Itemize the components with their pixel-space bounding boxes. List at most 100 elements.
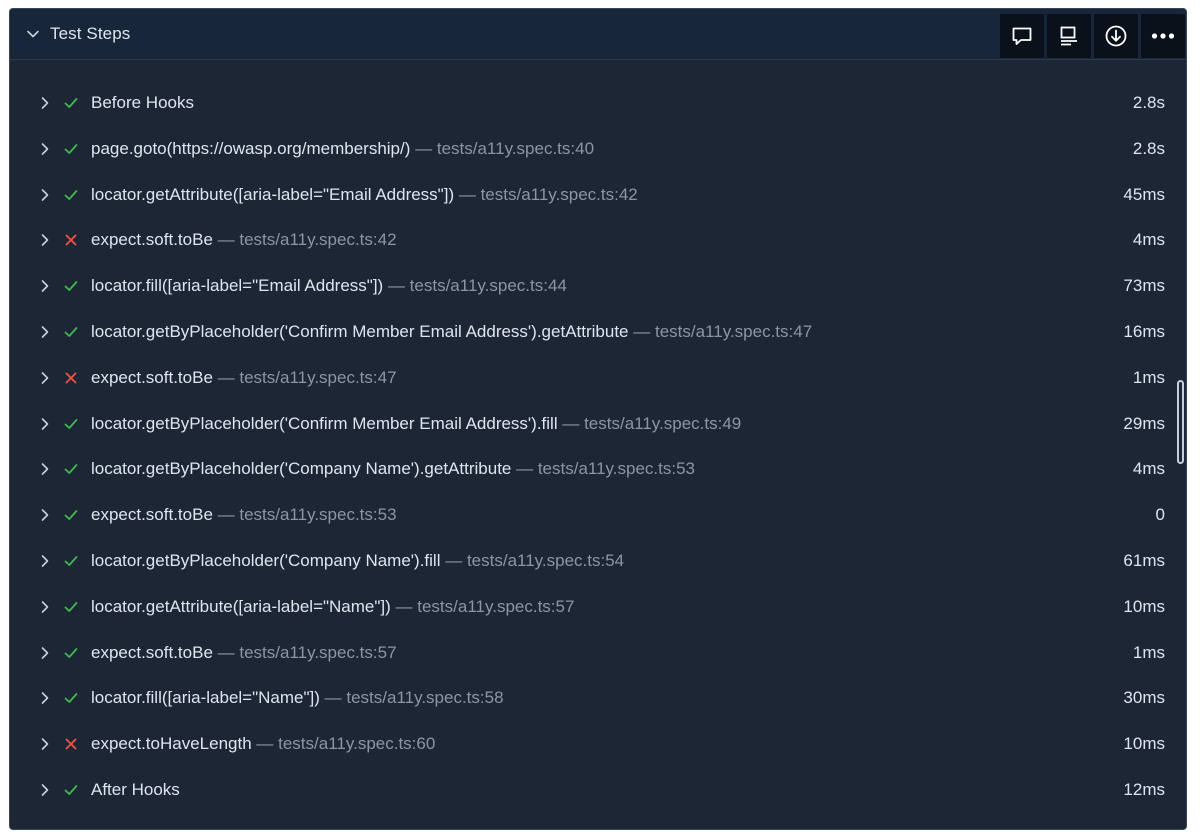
- step-text: locator.getByPlaceholder('Confirm Member…: [91, 414, 741, 434]
- step-row[interactable]: locator.getAttribute([aria-label="Email …: [10, 174, 1186, 220]
- step-title: locator.getByPlaceholder('Confirm Member…: [91, 321, 629, 341]
- download-button[interactable]: [1094, 14, 1138, 58]
- step-text: expect.soft.toBe — tests/a11y.spec.ts:47: [91, 368, 397, 388]
- step-row[interactable]: Before Hooks 2.8s: [10, 82, 1186, 128]
- comment-button[interactable]: [1000, 14, 1044, 58]
- chevron-right-icon[interactable]: [38, 371, 52, 385]
- step-text: expect.soft.toBe — tests/a11y.spec.ts:42: [91, 230, 397, 250]
- step-row[interactable]: expect.soft.toBe — tests/a11y.spec.ts:53…: [10, 494, 1186, 540]
- step-duration: 61ms: [1123, 550, 1165, 570]
- chevron-right-icon[interactable]: [38, 233, 52, 247]
- step-location: — tests/a11y.spec.ts:47: [217, 367, 397, 387]
- fail-x-icon: [65, 234, 77, 246]
- panel-toolbar: [997, 14, 1185, 58]
- step-duration: 2.8s: [1132, 138, 1165, 158]
- chevron-right-icon[interactable]: [38, 783, 52, 797]
- step-row[interactable]: After Hooks 12ms: [10, 769, 1186, 815]
- step-text: locator.getAttribute([aria-label="Name"]…: [91, 597, 574, 617]
- comment-icon: [1012, 27, 1032, 45]
- step-title: expect.soft.toBe: [91, 505, 213, 525]
- step-title: expect.soft.toBe: [91, 230, 213, 250]
- step-duration: 1ms: [1132, 367, 1165, 387]
- chevron-right-icon[interactable]: [38, 691, 52, 705]
- step-location: — tests/a11y.spec.ts:44: [387, 276, 567, 296]
- step-row[interactable]: locator.getAttribute([aria-label="Name"]…: [10, 586, 1186, 632]
- step-text: locator.getByPlaceholder('Company Name')…: [91, 459, 695, 479]
- step-row[interactable]: page.goto(https://owasp.org/membership/)…: [10, 128, 1186, 174]
- pass-check-icon: [64, 693, 78, 704]
- step-row[interactable]: locator.fill([aria-label="Email Address"…: [10, 265, 1186, 311]
- chevron-right-icon[interactable]: [38, 188, 52, 202]
- scrollbar-thumb[interactable]: [1177, 380, 1184, 464]
- more-icon: [1151, 33, 1175, 39]
- step-duration: 73ms: [1123, 276, 1165, 296]
- step-text: locator.getByPlaceholder('Company Name')…: [91, 551, 624, 571]
- pass-check-icon: [64, 785, 78, 795]
- step-location: — tests/a11y.spec.ts:58: [324, 688, 504, 708]
- step-duration: 16ms: [1123, 321, 1165, 341]
- chevron-right-icon[interactable]: [38, 417, 52, 431]
- pass-check-icon: [64, 556, 78, 566]
- chevron-right-icon[interactable]: [38, 142, 52, 156]
- step-location: — tests/a11y.spec.ts:57: [217, 642, 397, 662]
- chevron-right-icon[interactable]: [38, 600, 52, 614]
- chevron-right-icon[interactable]: [38, 462, 52, 476]
- step-text: Before Hooks: [91, 93, 194, 113]
- step-text: expect.soft.toBe — tests/a11y.spec.ts:57: [91, 643, 397, 663]
- step-row[interactable]: locator.fill([aria-label="Name"]) — test…: [10, 677, 1186, 723]
- step-duration: 1ms: [1132, 642, 1165, 662]
- step-title: locator.getAttribute([aria-label="Email …: [91, 184, 455, 204]
- pass-check-icon: [64, 98, 78, 108]
- step-text: locator.fill([aria-label="Name"]) — test…: [91, 688, 504, 708]
- step-duration: 45ms: [1123, 184, 1165, 204]
- pass-check-icon: [64, 464, 78, 475]
- log-icon: [1060, 26, 1077, 46]
- more-button[interactable]: [1141, 14, 1185, 58]
- step-text: page.goto(https://owasp.org/membership/)…: [91, 139, 594, 159]
- step-location: — tests/a11y.spec.ts:47: [633, 321, 813, 341]
- step-duration: 30ms: [1123, 688, 1165, 708]
- step-row[interactable]: locator.getByPlaceholder('Company Name')…: [10, 448, 1186, 494]
- chevron-down-icon[interactable]: [26, 27, 40, 41]
- step-text: locator.getAttribute([aria-label="Email …: [91, 185, 638, 205]
- pass-check-icon: [64, 418, 78, 429]
- step-row[interactable]: expect.soft.toBe — tests/a11y.spec.ts:42…: [10, 219, 1186, 265]
- chevron-right-icon[interactable]: [38, 646, 52, 660]
- step-title: locator.fill([aria-label="Name"]): [91, 688, 320, 708]
- log-view-button[interactable]: [1047, 14, 1091, 58]
- step-text: expect.toHaveLength — tests/a11y.spec.ts…: [91, 734, 435, 754]
- chevron-right-icon[interactable]: [38, 554, 52, 568]
- step-duration: 4ms: [1132, 230, 1165, 250]
- step-text: expect.soft.toBe — tests/a11y.spec.ts:53: [91, 505, 397, 525]
- download-icon: [1105, 25, 1127, 47]
- step-row[interactable]: expect.soft.toBe — tests/a11y.spec.ts:57…: [10, 632, 1186, 678]
- panel-header[interactable]: Test Steps: [10, 9, 1186, 60]
- chevron-right-icon[interactable]: [38, 508, 52, 522]
- step-location: — tests/a11y.spec.ts:42: [217, 230, 397, 250]
- step-duration: 2.8s: [1132, 93, 1165, 112]
- step-row[interactable]: locator.getByPlaceholder('Company Name')…: [10, 540, 1186, 586]
- step-duration: 12ms: [1123, 779, 1165, 799]
- chevron-right-icon[interactable]: [38, 96, 52, 110]
- step-title: locator.getByPlaceholder('Company Name')…: [91, 550, 441, 570]
- step-duration: 10ms: [1123, 596, 1165, 616]
- step-location: — tests/a11y.spec.ts:60: [256, 734, 436, 754]
- chevron-right-icon[interactable]: [38, 279, 52, 293]
- step-title: locator.getAttribute([aria-label="Name"]…: [91, 596, 391, 616]
- step-row[interactable]: expect.soft.toBe — tests/a11y.spec.ts:47…: [10, 357, 1186, 403]
- step-row[interactable]: locator.getByPlaceholder('Confirm Member…: [10, 311, 1186, 357]
- step-text: locator.fill([aria-label="Email Address"…: [91, 276, 567, 296]
- pass-check-icon: [64, 327, 78, 337]
- chevron-right-icon[interactable]: [38, 737, 52, 751]
- pass-check-icon: [64, 143, 78, 154]
- step-location: — tests/a11y.spec.ts:57: [395, 596, 575, 616]
- step-row[interactable]: expect.toHaveLength — tests/a11y.spec.ts…: [10, 723, 1186, 769]
- chevron-right-icon[interactable]: [38, 325, 52, 339]
- steps-list: Before Hooks 2.8s page.goto(https://owas…: [10, 82, 1186, 815]
- pass-check-icon: [64, 510, 78, 521]
- pass-check-icon: [64, 601, 78, 612]
- test-steps-panel: Test Steps Before Hooks 2.8s page.goto(h…: [9, 8, 1187, 830]
- step-location: — tests/a11y.spec.ts:53: [516, 459, 696, 479]
- step-row[interactable]: locator.getByPlaceholder('Confirm Member…: [10, 403, 1186, 449]
- step-text: locator.getByPlaceholder('Confirm Member…: [91, 322, 812, 342]
